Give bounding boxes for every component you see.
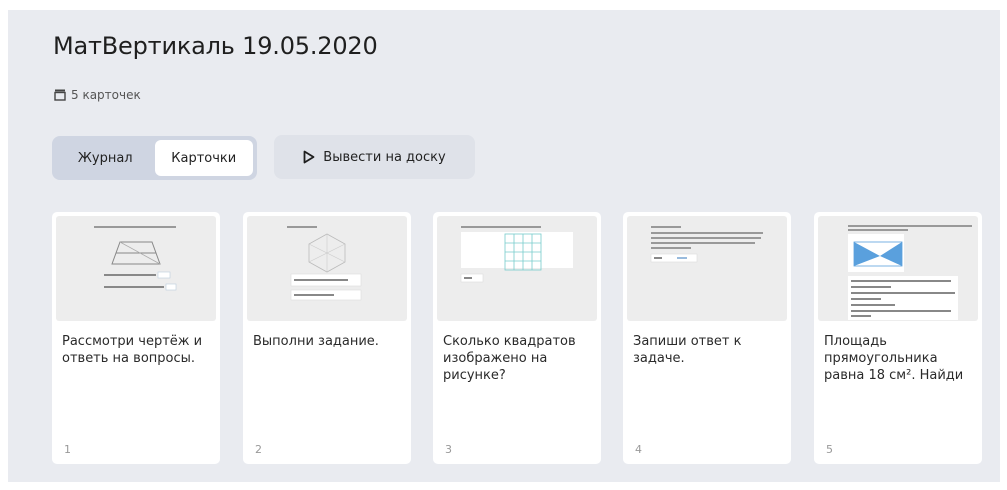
card-thumbnail (437, 216, 597, 321)
card-number: 4 (635, 443, 642, 456)
task-card-1[interactable]: Рассмотри чертёж и ответь на вопросы. 1 (52, 212, 220, 464)
play-icon (303, 150, 315, 164)
card-task-text: Выполни задание. (253, 334, 379, 349)
card-number: 3 (445, 443, 452, 456)
card-count-label: 5 карточек (71, 88, 141, 102)
card-task-text: Рассмотри чертёж и ответь на вопросы. (62, 334, 203, 366)
card-thumbnail (818, 216, 978, 321)
card-thumbnail (627, 216, 787, 321)
card-number: 5 (826, 443, 833, 456)
card-thumbnail (56, 216, 216, 321)
card-task-text: Площадь прямоугольника равна 18 см². Най… (824, 334, 964, 383)
card-task-text: Запиши ответ к задаче. (633, 334, 742, 366)
page-title: МатВертикаль 19.05.2020 (53, 32, 378, 60)
view-switcher: Журнал Карточки (52, 136, 257, 180)
tab-journal[interactable]: Журнал (56, 140, 155, 176)
task-card-3[interactable]: Сколько квадратов изображено на рисунке?… (433, 212, 601, 464)
cards-stack-icon (54, 89, 66, 101)
card-thumbnail (247, 216, 407, 321)
show-on-board-label: Вывести на доску (323, 149, 446, 165)
lesson-panel: МатВертикаль 19.05.2020 5 карточек Журна… (8, 10, 1000, 482)
card-task-text: Сколько квадратов изображено на рисунке? (443, 334, 576, 383)
show-on-board-button[interactable]: Вывести на доску (274, 135, 475, 179)
task-card-4[interactable]: Запиши ответ к задаче. 4 (623, 212, 791, 464)
card-count: 5 карточек (54, 88, 141, 102)
card-number: 2 (255, 443, 262, 456)
card-number: 1 (64, 443, 71, 456)
tab-cards[interactable]: Карточки (154, 140, 253, 176)
task-card-5[interactable]: Площадь прямоугольника равна 18 см². Най… (814, 212, 982, 464)
task-card-2[interactable]: Выполни задание. 2 (243, 212, 411, 464)
